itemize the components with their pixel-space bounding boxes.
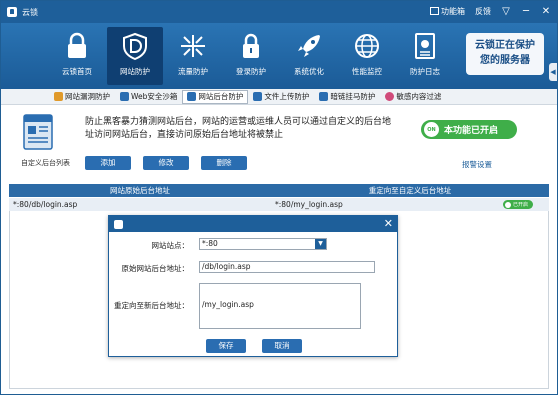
nav-label: 流量防护 — [178, 67, 208, 76]
edit-dialog: ✕ 网站站点： *:80 ▼ 原始网站后台地址： /db/login.asp 重… — [108, 215, 398, 357]
shield-d-icon — [123, 32, 147, 61]
tab-label: 网站漏洞防护 — [65, 92, 110, 101]
tab-web-sandbox[interactable]: Web安全沙箱 — [115, 90, 182, 104]
title-bar: 云锁 功能箱 反馈 ▽ ─ ✕ — [1, 1, 557, 23]
delete-button[interactable]: 删除 — [201, 156, 247, 170]
modify-button[interactable]: 修改 — [143, 156, 189, 170]
feature-description: 防止黑客暴力猜测网站后台，网站的运营或运维人员可以通过自定义的后台地址访问网站后… — [85, 117, 392, 140]
padlock-icon — [243, 33, 259, 58]
nav-item-traffic-protection[interactable]: 流量防护 — [165, 27, 221, 85]
site-label: 网站站点： — [151, 241, 190, 250]
nav-label: 云锁首页 — [62, 67, 92, 76]
redirect-row: 重定向至新后台地址： /my_login.asp — [109, 283, 399, 333]
tab-label: 网站后台防护 — [198, 92, 244, 101]
redirect-textarea[interactable]: /my_login.asp — [199, 283, 361, 329]
nav-item-protection-log[interactable]: 防护日志 — [397, 27, 453, 85]
toggle-label: 已开启 — [513, 202, 529, 208]
close-icon[interactable]: ✕ — [539, 4, 553, 18]
row-enabled-toggle[interactable]: 已开启 — [503, 200, 533, 209]
nav-item-login-protection[interactable]: 登录防护 — [223, 27, 279, 85]
tab-darklink-protection[interactable]: 暗链挂马防护 — [314, 90, 380, 104]
original-row: 原始网站后台地址： /db/login.asp — [109, 261, 399, 275]
app-logo-icon — [7, 7, 17, 17]
protection-banner: 云锁正在保护 您的服务器 — [466, 33, 544, 75]
save-button[interactable]: 保存 — [206, 339, 246, 353]
document-list-icon — [23, 114, 53, 150]
minimize-icon[interactable]: ─ — [519, 4, 533, 18]
alert-settings-link[interactable]: 报警设置 — [462, 159, 492, 170]
nav-label: 网站防护 — [120, 67, 150, 76]
sub-nav: 网站漏洞防护 Web安全沙箱 网站后台防护 文件上传防护 暗链挂马防护 敏感内容… — [1, 89, 557, 105]
menu-icon[interactable]: ▽ — [499, 4, 513, 18]
column-original: 网站原始后台地址 — [110, 186, 170, 195]
chevron-down-icon: ▼ — [315, 239, 326, 249]
dialog-title-bar: ✕ — [109, 216, 397, 232]
cell-redirect: *:80/my_login.asp — [275, 200, 343, 209]
main-nav: 云锁首页 网站防护 流量防护 登录防护 系统优化 性能监控 防护日志 云锁正在保… — [1, 23, 557, 89]
on-badge: ON — [424, 122, 439, 137]
original-value: /db/login.asp — [202, 262, 251, 271]
nav-label: 防护日志 — [410, 67, 440, 76]
toggle-knob — [505, 201, 511, 208]
darklink-icon — [319, 92, 329, 101]
sandbox-icon — [120, 92, 129, 101]
tab-content-filter[interactable]: 敏感内容过滤 — [380, 90, 446, 104]
tab-label: Web安全沙箱 — [131, 92, 178, 101]
site-row: 网站站点： *:80 ▼ — [109, 238, 399, 252]
filter-icon — [385, 92, 395, 101]
nav-label: 系统优化 — [294, 67, 324, 76]
tab-label: 敏感内容过滤 — [396, 92, 442, 101]
cancel-button[interactable]: 取消 — [262, 339, 302, 353]
tab-upload-protection[interactable]: 文件上传防护 — [248, 90, 314, 104]
table-row[interactable]: *:80/db/login.asp *:80/my_login.asp 已开启 — [9, 198, 549, 211]
cell-original: *:80/db/login.asp — [13, 200, 78, 209]
toolbox-icon — [430, 7, 439, 15]
tab-vuln-protection[interactable]: 网站漏洞防护 — [49, 90, 115, 104]
dialog-logo-icon — [114, 219, 123, 229]
feedback-button[interactable]: 反馈 — [473, 4, 493, 18]
dialog-close-icon[interactable]: ✕ — [384, 217, 393, 230]
lock-icon — [68, 32, 86, 58]
tab-label: 文件上传防护 — [264, 92, 310, 101]
toolbox-button[interactable]: 功能箱 — [428, 4, 467, 18]
nav-item-home[interactable]: 云锁首页 — [49, 27, 105, 85]
backend-icon — [187, 92, 197, 101]
original-input[interactable]: /db/login.asp — [199, 261, 375, 273]
promo-line-2: 您的服务器 — [480, 55, 530, 66]
nav-item-performance-monitor[interactable]: 性能监控 — [339, 27, 395, 85]
redirect-value: /my_login.asp — [202, 300, 254, 309]
feature-status-toggle[interactable]: ON 本功能已开启 — [421, 120, 517, 139]
promo-line-1: 云锁正在保护 — [475, 40, 535, 51]
custom-list-caption: 自定义后台列表 — [21, 159, 70, 167]
feature-info: 自定义后台列表 防止黑客暴力猜测网站后台，网站的运营或运维人员可以通过自定义的后… — [1, 106, 557, 179]
side-panel-toggle[interactable]: ◀ — [549, 63, 557, 81]
app-window: 云锁 功能箱 反馈 ▽ ─ ✕ 云锁首页 网站防护 流量防护 登录防护 系统优化… — [0, 0, 558, 395]
nav-label: 登录防护 — [236, 67, 266, 76]
nav-item-web-protection[interactable]: 网站防护 — [107, 27, 163, 85]
original-label: 原始网站后台地址： — [121, 264, 190, 273]
nav-label: 性能监控 — [352, 67, 382, 76]
redirect-label: 重定向至新后台地址： — [114, 301, 189, 310]
add-button[interactable]: 添加 — [85, 156, 131, 170]
site-value: *:80 — [202, 239, 218, 248]
tab-backend-protection[interactable]: 网站后台防护 — [182, 89, 249, 104]
rocket-icon — [298, 35, 320, 57]
upload-icon — [253, 92, 263, 101]
title-bar-controls: 功能箱 反馈 ▽ ─ ✕ — [428, 4, 553, 18]
bug-icon — [54, 92, 63, 101]
site-select[interactable]: *:80 ▼ — [199, 238, 327, 250]
column-redirect: 重定向至自定义后台地址 — [368, 186, 452, 195]
tab-label: 暗链挂马防护 — [330, 92, 376, 101]
toolbox-label: 功能箱 — [441, 6, 465, 16]
table-header: 网站原始后台地址 重定向至自定义后台地址 — [9, 184, 549, 197]
app-title: 云锁 — [22, 7, 38, 17]
traffic-icon — [181, 35, 205, 57]
nav-item-system-optimize[interactable]: 系统优化 — [281, 27, 337, 85]
status-label: 本功能已开启 — [444, 126, 499, 136]
log-icon — [415, 33, 435, 59]
globe-icon — [355, 34, 379, 58]
